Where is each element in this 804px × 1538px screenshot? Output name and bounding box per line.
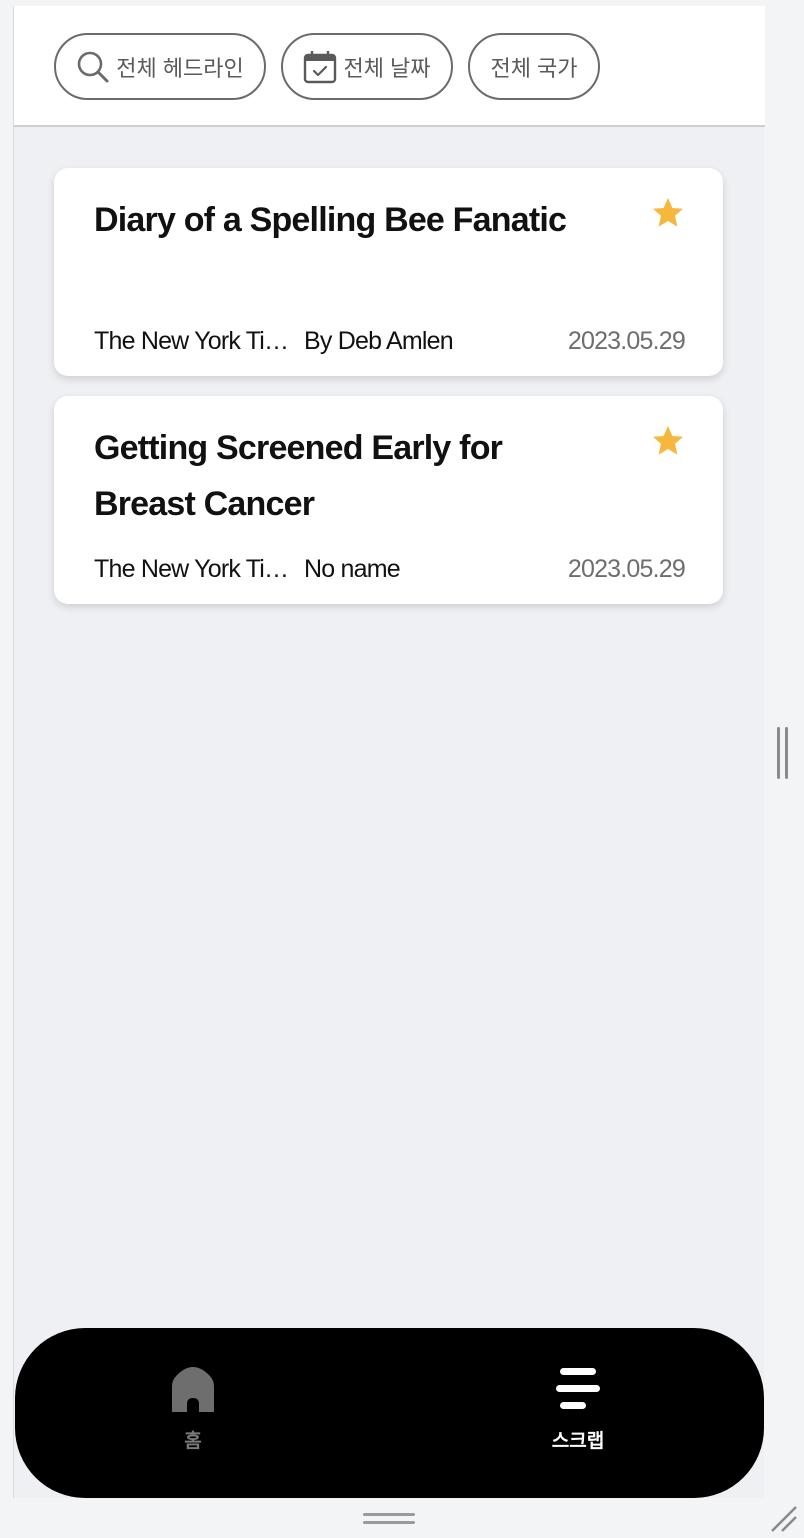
country-filter-label: 전체 국가 <box>490 55 578 81</box>
nav-home-label: 홈 <box>184 1431 202 1452</box>
article-meta: The New York Times By Deb Amlen 2023.05.… <box>94 327 686 356</box>
bottom-grab-handle[interactable] <box>363 1513 415 1525</box>
app-screen: 전체 헤드라인 전체 날짜 전체 국가 Diary of a Spelling … <box>13 6 765 1498</box>
filter-bar: 전체 헤드라인 전체 날짜 전체 국가 <box>14 6 765 127</box>
article-author: By Deb Amlen <box>304 327 454 355</box>
calendar-icon <box>303 50 337 84</box>
nav-scrap-tab[interactable]: 스크랩 <box>518 1366 638 1453</box>
headline-filter-button[interactable]: 전체 헤드라인 <box>54 33 266 100</box>
article-card[interactable]: Getting Screened Early for Breast Cancer… <box>54 396 723 604</box>
date-filter-button[interactable]: 전체 날짜 <box>281 33 453 100</box>
search-icon <box>76 50 110 84</box>
article-date: 2023.05.29 <box>567 327 686 355</box>
article-date: 2023.05.29 <box>567 555 686 583</box>
headline-filter-label: 전체 헤드라인 <box>116 55 244 81</box>
resize-grip-icon[interactable] <box>768 1503 798 1533</box>
article-source: The New York Times <box>94 327 290 355</box>
article-title: Diary of a Spelling Bee Fanatic <box>94 201 567 239</box>
side-resize-handle[interactable] <box>776 727 790 779</box>
home-icon <box>172 1367 214 1412</box>
country-filter-button[interactable]: 전체 국가 <box>468 33 600 100</box>
bottom-navigation: 홈 스크랩 <box>15 1328 764 1498</box>
star-icon[interactable] <box>651 196 685 230</box>
star-icon[interactable] <box>651 424 685 458</box>
article-author: No name <box>304 555 401 583</box>
article-card[interactable]: Diary of a Spelling Bee Fanatic The New … <box>54 168 723 376</box>
nav-home-tab[interactable]: 홈 <box>133 1366 253 1453</box>
article-source: The New York Times <box>94 555 290 583</box>
date-filter-label: 전체 날짜 <box>343 55 431 81</box>
article-title: Getting Screened Early for Breast Cancer <box>94 429 503 523</box>
device-frame: 전체 헤드라인 전체 날짜 전체 국가 Diary of a Spelling … <box>0 0 804 1538</box>
article-meta: The New York Times No name 2023.05.29 <box>94 555 686 584</box>
menu-lines-icon <box>556 1368 600 1409</box>
nav-scrap-label: 스크랩 <box>551 1431 605 1452</box>
